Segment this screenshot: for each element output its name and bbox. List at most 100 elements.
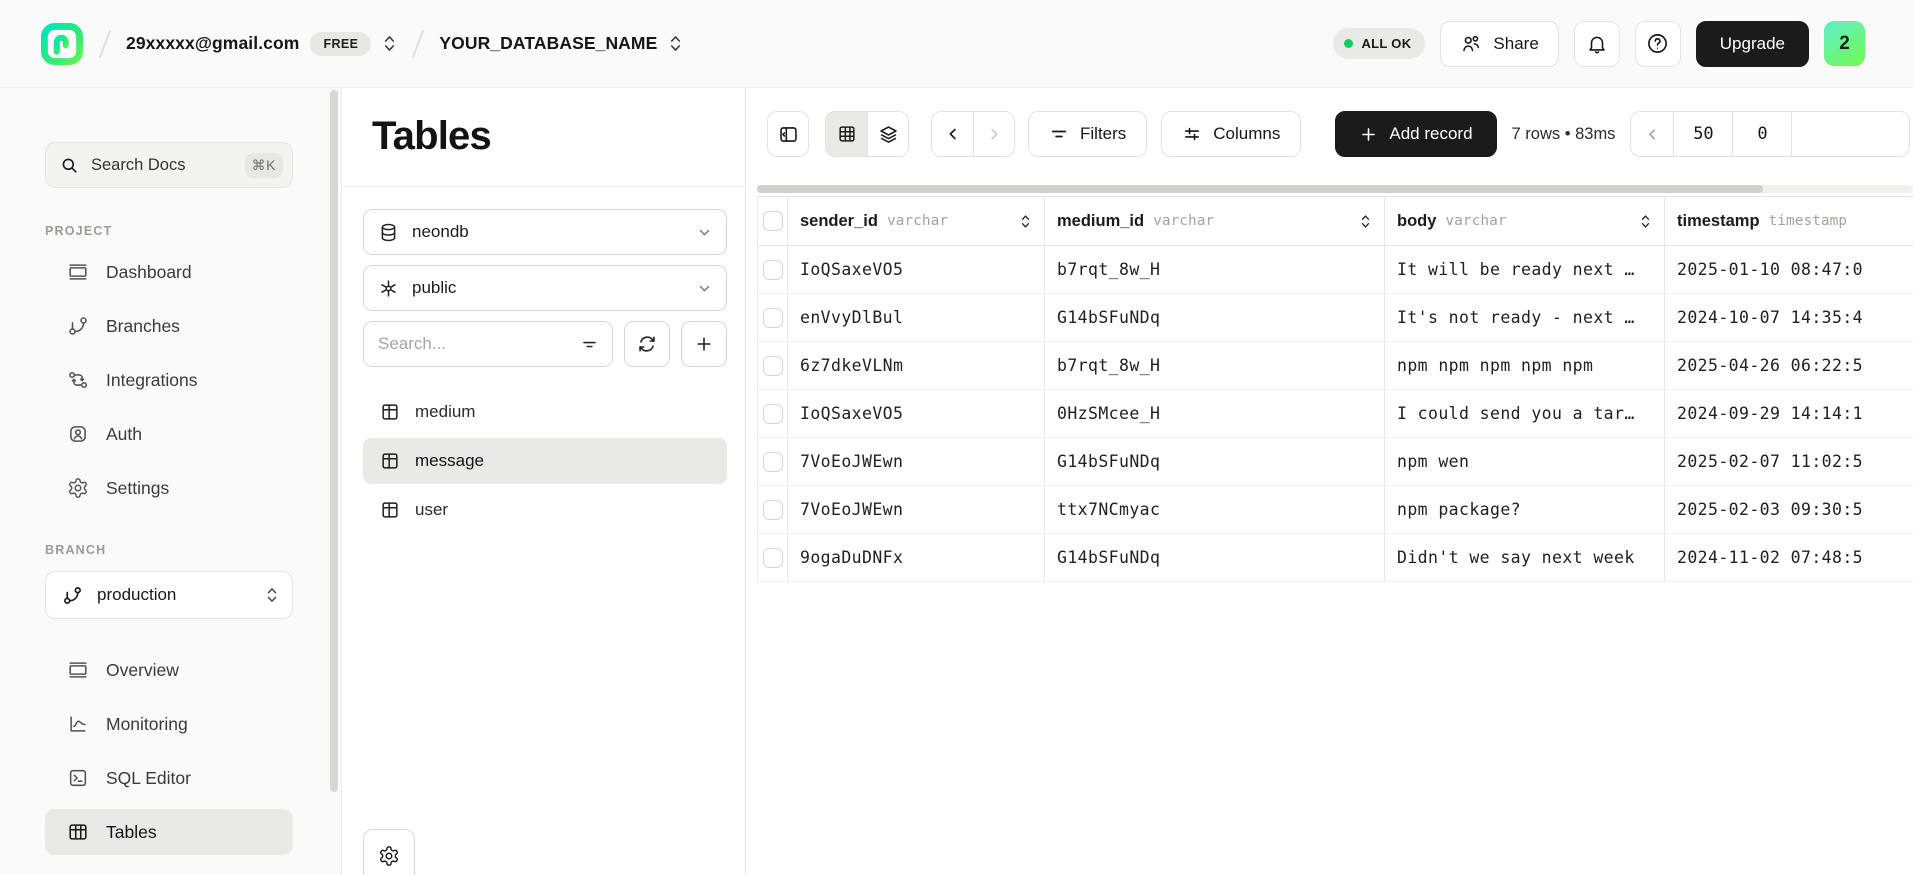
add-table-button[interactable]	[681, 321, 727, 367]
database-select[interactable]: neondb	[363, 209, 727, 255]
sidebar-item-tables[interactable]: Tables	[45, 809, 293, 855]
notification-count-badge[interactable]: 2	[1824, 21, 1865, 66]
database-name-selector[interactable]: YOUR_DATABASE_NAME	[439, 33, 683, 54]
table-list-item-medium[interactable]: medium	[363, 389, 727, 435]
cell-sender-id[interactable]: 7VoEoJWEwn	[788, 438, 1045, 486]
row-checkbox[interactable]	[763, 500, 783, 520]
cell-medium-id[interactable]: G14bSFuNDq	[1045, 438, 1385, 486]
back-button[interactable]	[932, 112, 973, 156]
grid-view-button[interactable]	[826, 112, 867, 156]
column-header-body[interactable]: bodyvarchar	[1385, 196, 1665, 246]
status-badge[interactable]: ALL OK	[1333, 28, 1425, 59]
cell-sender-id[interactable]: enVvyDlBul	[788, 294, 1045, 342]
cell-medium-id[interactable]: ttx7NCmyac	[1045, 486, 1385, 534]
cell-medium-id[interactable]: G14bSFuNDq	[1045, 534, 1385, 582]
table-list-item-message[interactable]: message	[363, 438, 727, 484]
table-row: 7VoEoJWEwn ttx7NCmyac npm package? 2025-…	[758, 486, 1913, 534]
page-offset-input[interactable]	[1733, 124, 1791, 144]
cell-medium-id[interactable]: b7rqt_8w_H	[1045, 246, 1385, 294]
layers-view-button[interactable]	[867, 112, 908, 156]
sort-icon[interactable]	[1019, 213, 1032, 230]
filters-button[interactable]: Filters	[1028, 111, 1147, 157]
search-docs-button[interactable]: Search Docs ⌘K	[45, 142, 293, 188]
column-header-timestamp[interactable]: timestamptimestamp	[1665, 196, 1913, 246]
cell-medium-id[interactable]: G14bSFuNDq	[1045, 294, 1385, 342]
table-icon	[380, 402, 400, 422]
scrollbar-thumb[interactable]	[757, 185, 1763, 193]
forward-button[interactable]	[973, 112, 1014, 156]
sidebar-item-dashboard[interactable]: Dashboard	[45, 245, 293, 299]
table-search-input[interactable]	[368, 334, 580, 354]
neon-logo[interactable]	[40, 22, 84, 66]
schema-select[interactable]: public	[363, 265, 727, 311]
sidebar-item-settings[interactable]: Settings	[45, 461, 293, 515]
chevron-down-icon	[696, 224, 713, 241]
branch-selector[interactable]: production	[45, 571, 293, 619]
cell-sender-id[interactable]: 9ogaDuDNFx	[788, 534, 1045, 582]
account-selector[interactable]: 29xxxxx@gmail.com FREE	[126, 32, 397, 56]
cell-timestamp[interactable]: 2024-10-07 14:35:4	[1665, 294, 1913, 342]
collapse-panel-button[interactable]	[767, 111, 809, 157]
page-prev-button[interactable]	[1631, 112, 1673, 156]
sidebar-item-monitoring[interactable]: Monitoring	[45, 697, 293, 751]
share-button[interactable]: Share	[1440, 21, 1558, 67]
notifications-button[interactable]	[1574, 21, 1620, 67]
sidebar-scrollbar[interactable]	[330, 90, 338, 792]
row-checkbox[interactable]	[763, 308, 783, 328]
row-checkbox[interactable]	[763, 548, 783, 568]
cell-body[interactable]: It will be ready next …	[1385, 246, 1665, 294]
filter-icon[interactable]	[580, 335, 599, 354]
cell-body[interactable]: Didn't we say next week	[1385, 534, 1665, 582]
add-record-button[interactable]: Add record	[1335, 111, 1496, 157]
table-list-item-user[interactable]: user	[363, 487, 727, 533]
column-header-sender-id[interactable]: sender_idvarchar	[788, 196, 1045, 246]
refresh-button[interactable]	[624, 321, 670, 367]
cell-medium-id[interactable]: 0HzSMcee_H	[1045, 390, 1385, 438]
row-checkbox[interactable]	[763, 404, 783, 424]
sidebar-item-sql-editor[interactable]: SQL Editor	[45, 751, 293, 805]
cell-timestamp[interactable]: 2025-02-07 11:02:5	[1665, 438, 1913, 486]
cell-timestamp[interactable]: 2025-04-26 06:22:5	[1665, 342, 1913, 390]
cell-medium-id[interactable]: b7rqt_8w_H	[1045, 342, 1385, 390]
chevron-up-down-icon	[265, 586, 279, 604]
row-checkbox[interactable]	[763, 356, 783, 376]
row-checkbox[interactable]	[763, 452, 783, 472]
cell-body[interactable]: It's not ready - next …	[1385, 294, 1665, 342]
sidebar-item-branches[interactable]: Branches	[45, 299, 293, 353]
cell-body[interactable]: npm wen	[1385, 438, 1665, 486]
cell-body[interactable]: I could send you a tar…	[1385, 390, 1665, 438]
sidebar-item-overview[interactable]: Overview	[45, 643, 293, 697]
cell-timestamp[interactable]: 2025-02-03 09:30:5	[1665, 486, 1913, 534]
column-header-medium-id[interactable]: medium_idvarchar	[1045, 196, 1385, 246]
cell-timestamp[interactable]: 2024-11-02 07:48:5	[1665, 534, 1913, 582]
sidebar-item-auth[interactable]: Auth	[45, 407, 293, 461]
page-next-cell[interactable]	[1791, 112, 1909, 156]
cell-timestamp[interactable]: 2024-09-29 14:14:1	[1665, 390, 1913, 438]
cell-sender-id[interactable]: 7VoEoJWEwn	[788, 486, 1045, 534]
table-name: medium	[415, 402, 475, 422]
upgrade-button[interactable]: Upgrade	[1696, 21, 1809, 67]
sort-icon[interactable]	[1639, 213, 1652, 230]
page-size-input[interactable]	[1674, 124, 1732, 144]
cell-body[interactable]: npm npm npm npm npm	[1385, 342, 1665, 390]
dashboard-icon	[67, 261, 89, 283]
cell-sender-id[interactable]: IoQSaxeVO5	[788, 390, 1045, 438]
panel-settings-button[interactable]	[363, 829, 415, 875]
share-label: Share	[1493, 34, 1538, 54]
sliders-icon	[1182, 124, 1202, 144]
sort-icon[interactable]	[1359, 213, 1372, 230]
columns-button[interactable]: Columns	[1161, 111, 1301, 157]
help-button[interactable]	[1635, 21, 1681, 67]
select-all-checkbox[interactable]	[763, 211, 783, 231]
bell-icon	[1586, 33, 1608, 55]
horizontal-scrollbar[interactable]	[757, 185, 1913, 193]
chevron-up-down-icon	[382, 34, 397, 53]
row-checkbox[interactable]	[763, 260, 783, 280]
sidebar-item-integrations[interactable]: Integrations	[45, 353, 293, 407]
cell-sender-id[interactable]: 6z7dkeVLNm	[788, 342, 1045, 390]
terminal-icon	[67, 767, 89, 789]
cell-body[interactable]: npm package?	[1385, 486, 1665, 534]
cell-timestamp[interactable]: 2025-01-10 08:47:0	[1665, 246, 1913, 294]
top-header: 29xxxxx@gmail.com FREE YOUR_DATABASE_NAM…	[0, 0, 1913, 88]
cell-sender-id[interactable]: IoQSaxeVO5	[788, 246, 1045, 294]
